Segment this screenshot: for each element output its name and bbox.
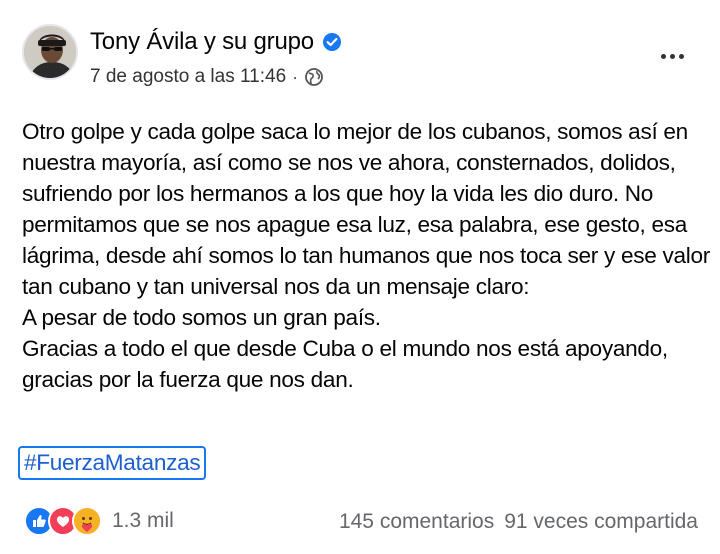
post-meta: 7 de agosto a las 11:46 · <box>90 66 324 88</box>
post-stats: 145 comentarios 91 veces compartida <box>339 510 698 534</box>
more-options-icon[interactable] <box>654 46 690 66</box>
verified-badge-icon <box>322 32 342 52</box>
post-text-line: Otro golpe y cada golpe saca lo mejor de… <box>22 119 688 144</box>
post-text-line: tan cubano y tan universal nos da un men… <box>22 274 530 299</box>
globe-icon[interactable] <box>304 67 324 87</box>
post-text-line: nuestra mayoría, así como se nos ve ahor… <box>22 150 676 175</box>
post-text-line: gracias por la fuerza que nos dan. <box>22 367 354 392</box>
meta-separator: · <box>292 66 299 87</box>
post-text-line: sufriendo por los hermanos a los que hoy… <box>22 181 654 206</box>
care-icon <box>72 506 102 536</box>
post-body: Otro golpe y cada golpe saca lo mejor de… <box>22 116 710 395</box>
facebook-post-card: Tony Ávila y su grupo 7 de agosto a las … <box>0 0 720 554</box>
post-timestamp[interactable]: 7 de agosto a las 11:46 <box>90 66 286 88</box>
reactions-summary[interactable]: 1.3 mil <box>24 506 174 536</box>
post-footer: 1.3 mil 145 comentarios 91 veces compart… <box>22 500 698 540</box>
post-text-line: Gracias a todo el que desde Cuba o el mu… <box>22 336 668 361</box>
shares-count[interactable]: 91 veces compartida <box>504 510 698 534</box>
avatar[interactable] <box>22 24 78 80</box>
hashtag-link[interactable]: #FuerzaMatanzas <box>18 446 207 480</box>
post-text-line: A pesar de todo somos un gran país. <box>22 305 381 330</box>
avatar-image <box>24 26 76 78</box>
author-row: Tony Ávila y su grupo <box>90 28 342 56</box>
author-name[interactable]: Tony Ávila y su grupo <box>90 28 314 56</box>
reaction-count: 1.3 mil <box>112 509 174 532</box>
comments-count[interactable]: 145 comentarios <box>339 510 494 534</box>
post-text-line: lágrima, desde ahí somos lo tan humanos … <box>22 243 710 268</box>
post-header: Tony Ávila y su grupo 7 de agosto a las … <box>22 24 712 104</box>
post-text-line: permitamos que se nos apague esa luz, es… <box>22 212 688 237</box>
